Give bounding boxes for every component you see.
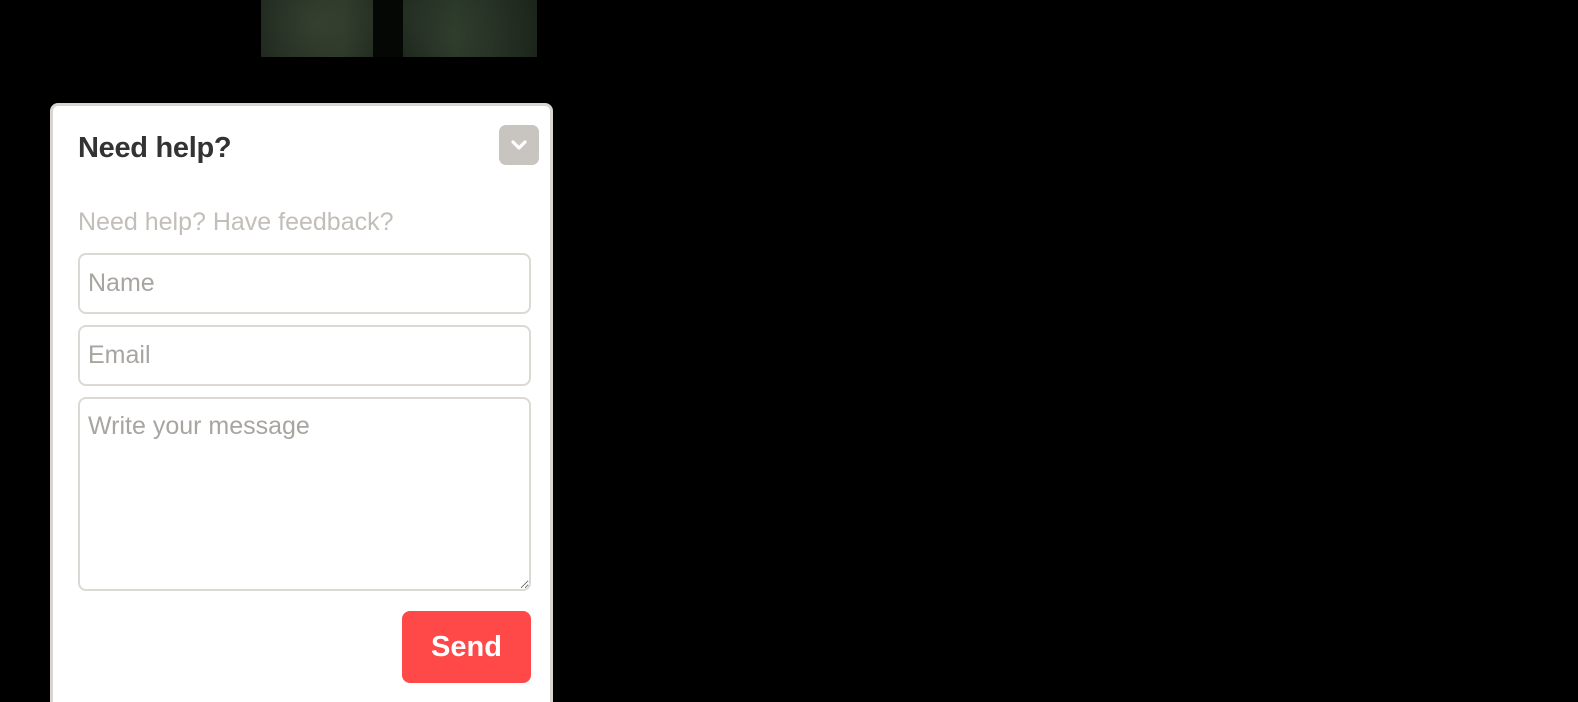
help-widget: Need help? Need help? Have feedback? Sen… xyxy=(50,103,553,702)
message-textarea[interactable] xyxy=(78,397,531,591)
email-input[interactable] xyxy=(78,325,531,386)
widget-subtitle: Need help? Have feedback? xyxy=(78,208,394,236)
send-button[interactable]: Send xyxy=(402,611,531,683)
chevron-down-icon xyxy=(510,139,528,151)
page: Need help? Need help? Have feedback? Sen… xyxy=(0,0,1578,702)
widget-title: Need help? xyxy=(78,132,232,164)
background-image xyxy=(261,0,537,57)
name-input[interactable] xyxy=(78,253,531,314)
collapse-button[interactable] xyxy=(499,125,539,165)
